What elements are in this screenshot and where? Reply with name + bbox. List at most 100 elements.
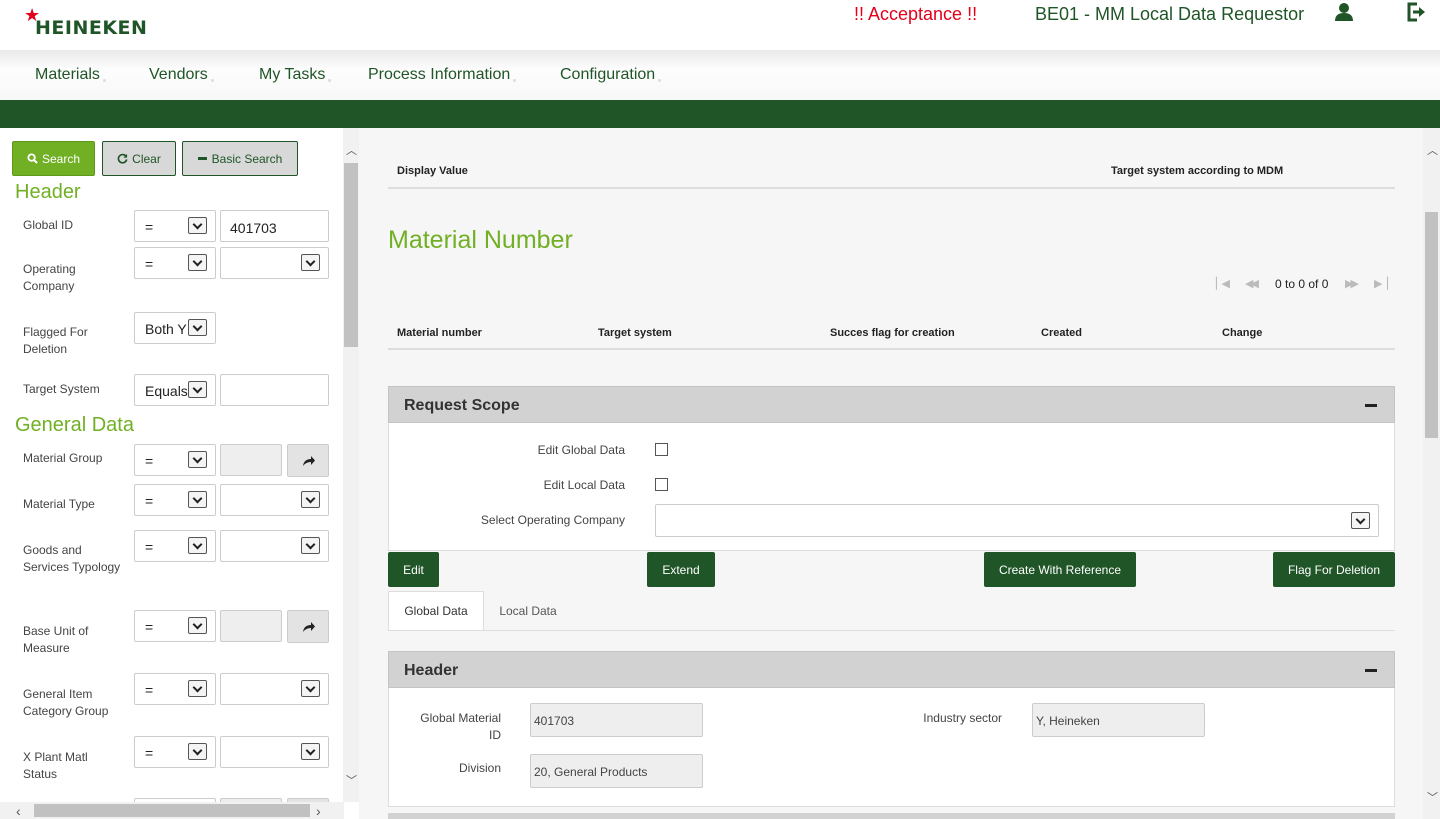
refresh-icon: [117, 153, 128, 164]
material-group-label: Material Group: [23, 451, 103, 465]
scroll-right-icon[interactable]: ›: [316, 803, 321, 819]
material-group-lookup-button[interactable]: [287, 444, 329, 477]
item-category-label: General Item Category Group: [23, 687, 109, 718]
scroll-left-icon[interactable]: ‹: [16, 803, 21, 819]
plant-status-value-select[interactable]: [220, 736, 329, 768]
global-id-label: Global ID: [23, 218, 74, 232]
operating-company-value-select[interactable]: [220, 247, 329, 279]
col-change[interactable]: Change: [1222, 327, 1262, 339]
clear-button[interactable]: Clear: [102, 141, 176, 176]
material-group-operator-select[interactable]: =: [134, 444, 216, 476]
search-button[interactable]: Search: [12, 141, 95, 176]
tab-local-data[interactable]: Local Data: [484, 591, 572, 630]
item-category-operator-select[interactable]: =: [134, 673, 216, 705]
goods-services-operator-select[interactable]: =: [134, 530, 216, 562]
basic-search-button[interactable]: Basic Search: [182, 141, 298, 176]
material-group-input[interactable]: [220, 444, 282, 476]
nav-configuration[interactable]: Configuration: [560, 66, 662, 84]
extend-button[interactable]: Extend: [647, 552, 715, 587]
last-page-icon[interactable]: ▶▕: [1374, 277, 1388, 290]
main-content: Display Value Target system according to…: [359, 128, 1423, 819]
base-unit-operator-select[interactable]: =: [134, 610, 216, 642]
previous-page-icon[interactable]: ◀◀: [1245, 277, 1259, 290]
next-panel-header: [388, 813, 1395, 819]
chevron-down-icon: [301, 491, 320, 508]
industry-sector-field: Y, Heineken: [1032, 703, 1205, 737]
target-system-input[interactable]: [220, 374, 329, 406]
flagged-deletion-label: Flagged For Deletion: [23, 325, 88, 356]
division-field: 20, General Products: [530, 754, 703, 788]
flag-for-deletion-button[interactable]: Flag For Deletion: [1273, 552, 1395, 587]
environment-label: !! Acceptance !!: [854, 4, 978, 24]
nav-materials[interactable]: Materials: [35, 66, 106, 84]
collapse-icon[interactable]: [1365, 404, 1377, 407]
scroll-up-icon[interactable]: ︿: [346, 142, 357, 158]
tab-divider: [388, 630, 1395, 631]
nav-my-tasks[interactable]: My Tasks: [259, 66, 332, 84]
base-unit-lookup-button[interactable]: [287, 610, 329, 643]
material-type-label: Material Type: [23, 497, 95, 511]
col-success-flag[interactable]: Succes flag for creation: [830, 327, 955, 339]
nav-vendors[interactable]: Vendors: [149, 66, 214, 84]
nav-process-information[interactable]: Process Information: [368, 66, 517, 84]
flagged-deletion-select[interactable]: Both Y: [134, 312, 216, 344]
scroll-down-icon[interactable]: ﹀: [346, 772, 357, 788]
global-id-input[interactable]: 401703: [220, 210, 329, 242]
col-target-system[interactable]: Target system: [598, 327, 672, 339]
right-vertical-scrollbar[interactable]: ︿ ﹀: [1423, 128, 1440, 819]
edit-local-label: Edit Local Data: [543, 478, 625, 492]
chevron-down-icon: [301, 254, 320, 271]
chevron-down-icon: [188, 537, 207, 554]
material-type-value-select[interactable]: [220, 484, 329, 516]
tab-global-data[interactable]: Global Data: [388, 591, 484, 630]
minus-icon: [197, 157, 207, 160]
left-horizontal-scrollbar[interactable]: ‹ ›: [0, 802, 344, 819]
scroll-down-icon[interactable]: ﹀: [1427, 789, 1438, 805]
header-panel-header[interactable]: Header: [388, 651, 1395, 688]
edit-local-checkbox[interactable]: [655, 478, 668, 491]
next-page-icon[interactable]: ▶▶: [1345, 277, 1359, 290]
item-category-value-select[interactable]: [220, 673, 329, 705]
global-material-id-label: Global Material ID: [420, 711, 501, 742]
chevron-down-icon: [1351, 512, 1370, 529]
edit-global-checkbox[interactable]: [655, 443, 668, 456]
global-id-operator-select[interactable]: =: [134, 210, 216, 242]
chevron-down-icon: [188, 743, 207, 760]
col-material-number[interactable]: Material number: [397, 327, 482, 339]
header-section-title: Header: [15, 181, 81, 203]
scroll-up-icon[interactable]: ︿: [1427, 142, 1438, 158]
chevron-down-icon: [301, 680, 320, 697]
base-unit-input[interactable]: [220, 610, 282, 642]
chevron-down-icon: [188, 617, 207, 634]
scroll-thumb[interactable]: [1425, 212, 1438, 438]
logout-icon[interactable]: [1406, 2, 1426, 22]
chevron-down-icon: [188, 491, 207, 508]
divider: [388, 187, 1395, 189]
edit-global-label: Edit Global Data: [537, 443, 625, 457]
top-bar: ★ HEINEKEN !! Acceptance !! BE01 - MM Lo…: [0, 0, 1440, 50]
heineken-logo[interactable]: ★ HEINEKEN: [24, 6, 164, 39]
material-number-title: Material Number: [388, 226, 573, 254]
collapse-icon[interactable]: [1365, 669, 1377, 672]
first-page-icon[interactable]: ▏◀: [1216, 277, 1230, 290]
goods-services-value-select[interactable]: [220, 530, 329, 562]
create-with-reference-button[interactable]: Create With Reference: [984, 552, 1136, 587]
user-icon[interactable]: [1334, 2, 1354, 22]
col-target-system-mdm: Target system according to MDM: [1111, 165, 1284, 177]
share-arrow-icon: [303, 622, 315, 632]
chevron-down-icon: [188, 381, 207, 398]
left-vertical-scrollbar[interactable]: ︿ ﹀: [343, 128, 359, 802]
division-label: Division: [458, 761, 501, 775]
operating-company-operator-select[interactable]: =: [134, 247, 216, 279]
operating-company-select[interactable]: [655, 504, 1379, 537]
scroll-thumb[interactable]: [344, 163, 358, 347]
request-scope-header[interactable]: Request Scope: [388, 386, 1395, 423]
operating-company-label: Operating Company: [23, 262, 76, 293]
target-system-operator-select[interactable]: Equals: [134, 374, 216, 406]
green-banner: [0, 100, 1440, 128]
col-created[interactable]: Created: [1041, 327, 1082, 339]
plant-status-operator-select[interactable]: =: [134, 736, 216, 768]
scroll-thumb[interactable]: [34, 804, 310, 817]
edit-button[interactable]: Edit: [388, 552, 439, 587]
material-type-operator-select[interactable]: =: [134, 484, 216, 516]
